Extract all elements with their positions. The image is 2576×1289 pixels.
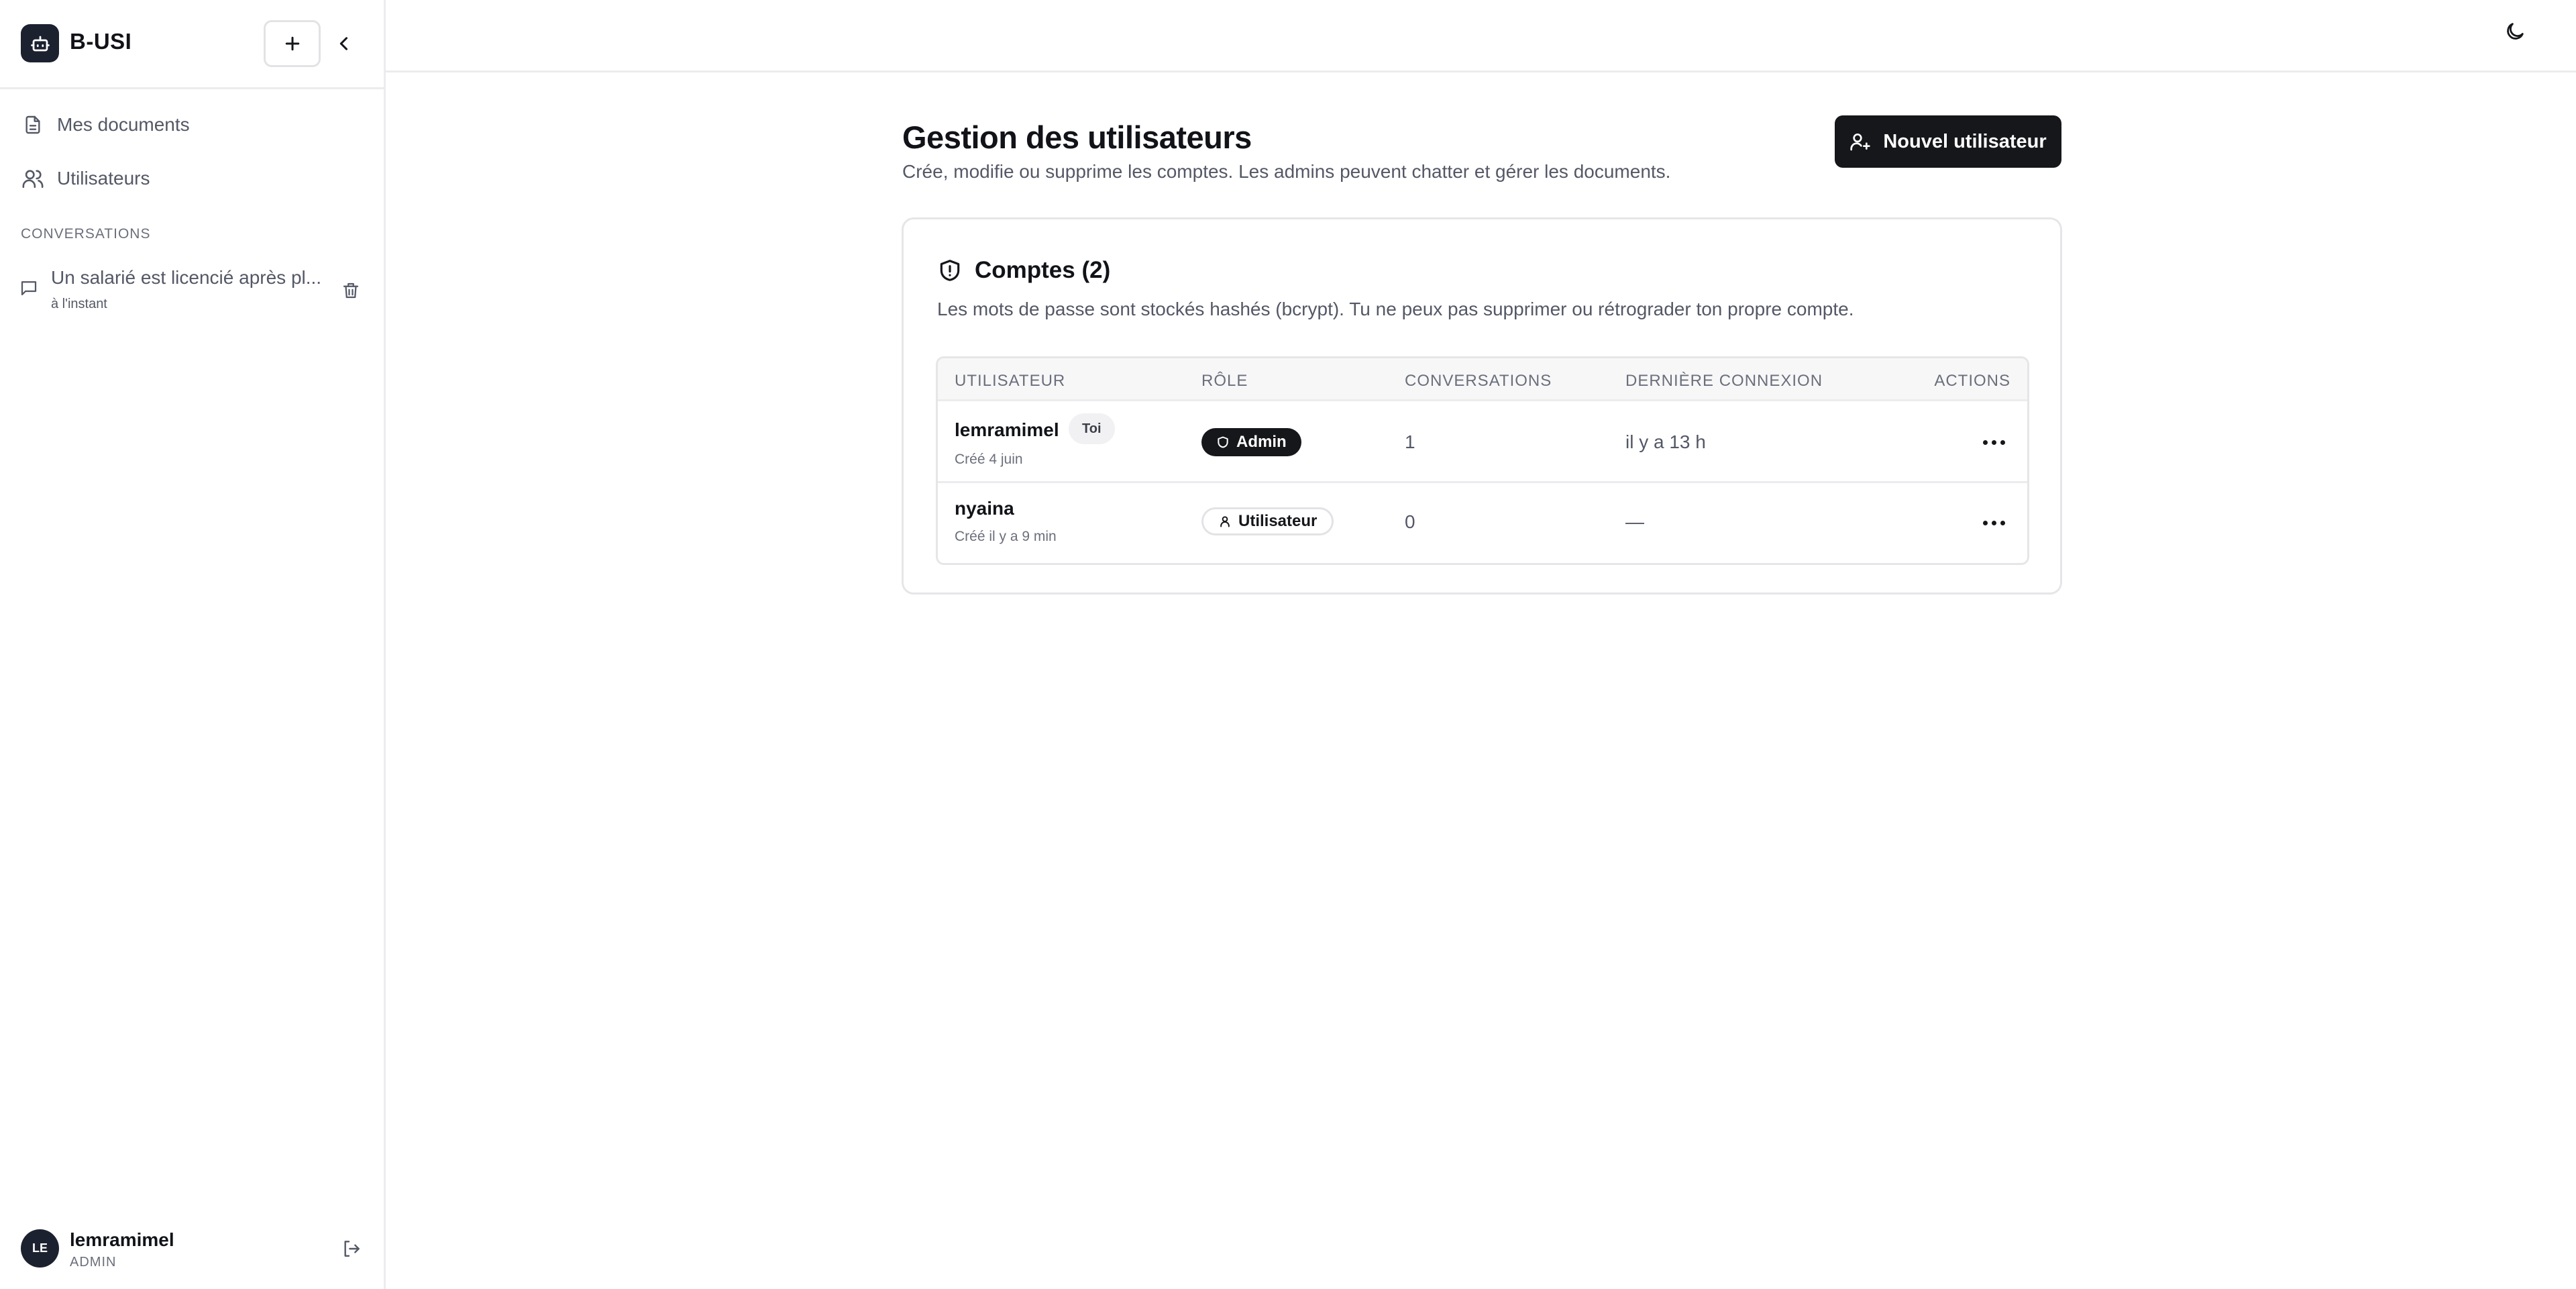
user-created: Créé 4 juin [955,452,1023,467]
shield-alert-icon [940,260,960,281]
card-title-text: Comptes (2) [975,257,1111,283]
last-login: — [1625,511,1644,532]
users-table: UTILISATEUR RÔLE CONVERSATIONS DERNIÈRE … [936,356,2029,565]
column-header-role: RÔLE [1201,372,1248,390]
user-icon [1220,516,1230,527]
moon-icon[interactable] [2504,20,2533,50]
row-actions-button[interactable] [1979,432,2008,452]
user-created: Créé il y a 9 min [955,529,1057,544]
page-title: Gestion des utilisateurs [902,119,1252,155]
accounts-card: Comptes (2) Les mots de passe sont stock… [902,217,2062,595]
collapse-sidebar-button[interactable] [330,23,358,64]
file-text-icon [21,113,45,137]
trash-icon[interactable] [341,280,364,303]
message-icon [19,278,42,301]
role-label: Admin [1236,433,1287,451]
user-plus-icon [1850,134,1870,151]
table-row: nyaina Créé il y a 9 min Utilisateur 0 — [938,483,2027,563]
more-horizontal-icon [1982,520,1988,525]
current-user-name: lemramimel [70,1229,174,1250]
sidebar: B-USI Mes documents Utilisateurs CONVERS… [0,0,386,1289]
row-actions-button[interactable] [1979,513,2008,533]
sidebar-header: B-USI [0,0,384,89]
conversation-title: Un salarié est licencié après pl... [51,267,322,288]
more-horizontal-icon [1982,440,1988,445]
conversation-count: 1 [1405,431,1415,452]
conversation-time: à l'instant [51,297,107,311]
sidebar-item-documents[interactable]: Mes documents [21,105,190,145]
role-label: Utilisateur [1238,512,1318,530]
table-header: UTILISATEUR RÔLE CONVERSATIONS DERNIÈRE … [938,358,2027,401]
page-subtitle: Crée, modifie ou supprime les comptes. L… [902,161,1671,182]
card-title: Comptes (2) [937,257,1110,284]
card-description: Les mots de passe sont stockés hashés (b… [937,299,1854,319]
sidebar-item-label: Utilisateurs [57,168,150,189]
sidebar-item-label: Mes documents [57,114,190,135]
role-badge-admin: Admin [1201,428,1301,456]
column-header-conversations: CONVERSATIONS [1405,372,1552,390]
column-header-actions: ACTIONS [1934,372,2010,390]
conversation-count: 0 [1405,511,1415,532]
avatar: LE [21,1229,59,1268]
you-badge: Toi [1069,413,1115,444]
column-header-last-login: DERNIÈRE CONNEXION [1625,372,1823,390]
user-name: nyaina [955,498,1014,519]
table-row: lemramimel Toi Créé 4 juin Admin 1 il y … [938,401,2027,483]
user-name: lemramimel [955,419,1059,440]
bot-logo-icon [21,24,59,62]
top-bar [386,0,2576,72]
role-badge-user: Utilisateur [1201,507,1334,535]
chevron-left-icon [339,37,348,50]
new-user-button[interactable]: Nouvel utilisateur [1835,115,2061,168]
shield-icon [1218,436,1228,448]
users-icon [21,166,45,191]
last-login: il y a 13 h [1625,431,1706,452]
conversations-section-label: CONVERSATIONS [21,226,151,242]
conversation-item[interactable]: Un salarié est licencié après pl... à l'… [19,263,368,322]
current-user: LE lemramimel ADMIN [0,1220,384,1289]
sidebar-item-users[interactable]: Utilisateurs [21,158,150,199]
logout-icon[interactable] [341,1238,365,1262]
app-name: B-USI [70,29,132,54]
new-conversation-button[interactable] [264,20,321,67]
column-header-user: UTILISATEUR [955,372,1066,390]
new-user-label: Nouvel utilisateur [1883,130,2047,152]
current-user-role: ADMIN [70,1255,117,1270]
plus-icon [285,36,299,51]
